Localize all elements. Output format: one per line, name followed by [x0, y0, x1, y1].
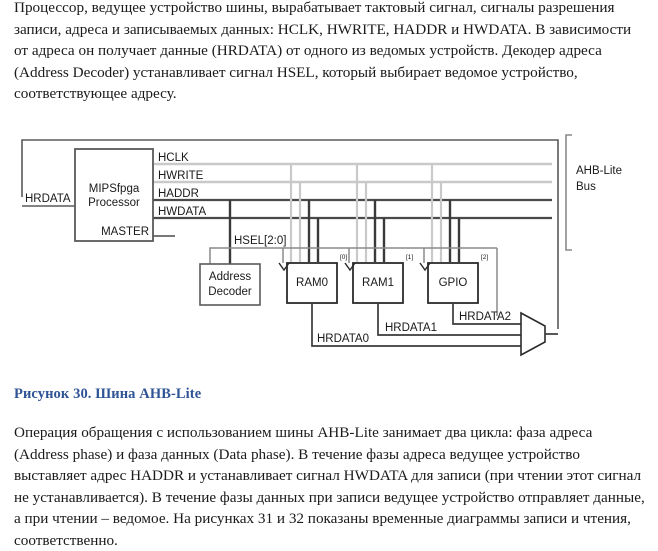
hsel-label: HSEL[2:0] [234, 235, 286, 247]
processor-label-line1: MIPSfpga [89, 183, 140, 195]
haddr-drop-lines [307, 200, 452, 262]
slave-block-gpio: GPIO [2] [419, 254, 488, 304]
bracket-label-line1: AHB-Lite [576, 165, 622, 177]
slave-label-ram0: RAM0 [296, 277, 328, 289]
bus-label-hclk: HCLK [158, 152, 189, 164]
slave-label-gpio: GPIO [439, 277, 468, 289]
hwrite-drop-lines [298, 182, 443, 262]
hrdata0-label: HRDATA0 [317, 333, 369, 345]
mipsfpga-processor-block: MIPSfpga Processor MASTER [74, 148, 154, 242]
hrdata2-label: HRDATA2 [459, 311, 511, 323]
slave-label-ram1: RAM1 [362, 277, 394, 289]
read-data-multiplexer [520, 311, 558, 357]
hrdata1-label: HRDATA1 [385, 322, 437, 334]
intro-paragraph: Процессор, ведущее устройство шины, выра… [14, 0, 632, 102]
hrdata2-path: HRDATA2 [452, 303, 522, 325]
decoder-label-line2: Decoder [208, 286, 252, 298]
processor-label-line2: Processor [88, 197, 140, 209]
slave-index-ram0: [0] [340, 254, 347, 261]
bus-signal-labels: HCLK HWRITE HADDR HWDATA [158, 152, 206, 218]
bus-label-hwdata: HWDATA [158, 206, 206, 218]
figure-caption: Рисунок 30. Шина AHB-Lite [14, 386, 202, 402]
hrdata-label: HRDATA [25, 193, 71, 205]
slave-block-ram0: RAM0 [0] [278, 254, 347, 304]
bus-label-hwrite: HWRITE [158, 170, 204, 182]
address-decoder-block: Address Decoder [199, 263, 261, 306]
hsel-label-group: HSEL[2:0] [234, 235, 286, 247]
ahb-lite-bus-bracket: AHB-Lite Bus [565, 134, 622, 251]
slave-index-ram1: [1] [406, 254, 413, 261]
hrdata-feedback-label: HRDATA [22, 193, 75, 207]
slave-index-gpio: [2] [481, 254, 488, 261]
slave-block-ram1: RAM1 [1] [344, 254, 413, 304]
bus-label-haddr: HADDR [158, 188, 199, 200]
document-page: Процессор, ведущее устройство шины, выра… [0, 0, 658, 549]
body-paragraph: Операция обращения с использованием шины… [14, 424, 645, 549]
ahb-lite-bus-diagram: MIPSfpga Processor MASTER HRDATA HCLK HW… [0, 120, 658, 375]
decoder-label-line1: Address [209, 271, 251, 283]
processor-master-label: MASTER [101, 226, 149, 238]
bracket-label-line2: Bus [576, 181, 596, 193]
